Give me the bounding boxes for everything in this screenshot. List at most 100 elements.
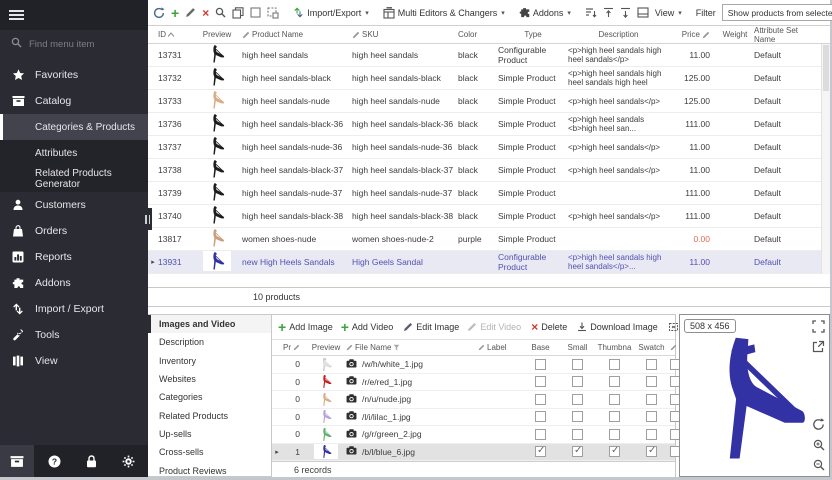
product-name-cell[interactable]: high heel sandals-black-38 xyxy=(242,211,352,221)
image-file-name-cell[interactable]: /n/u/nude.jpg xyxy=(346,394,478,405)
delete-image-button[interactable]: ×Delete xyxy=(527,317,571,337)
swatch-checkbox[interactable] xyxy=(646,446,657,457)
column-header-file-name[interactable]: File Name xyxy=(346,343,478,352)
image-row[interactable]: 0/w/h/white_1.jpg xyxy=(272,356,675,374)
refresh-button[interactable] xyxy=(153,5,165,21)
rotate-image-icon[interactable] xyxy=(811,417,826,432)
image-position-cell[interactable]: 1 xyxy=(282,447,306,457)
image-row[interactable]: 0/n/u/nude.jpg xyxy=(272,391,675,409)
product-row[interactable]: 13739high heel sandals-nude-37high heel … xyxy=(148,182,830,205)
product-row[interactable]: 13817women shoes-nudewomen shoes-nude-2p… xyxy=(148,228,830,251)
image-position-cell[interactable]: 0 xyxy=(282,412,306,422)
expand-rows-icon[interactable] xyxy=(603,5,614,21)
sidebar-item-categories-products[interactable]: Categories & Products xyxy=(0,114,148,140)
column-header-description[interactable]: Description xyxy=(568,30,672,39)
image-position-cell[interactable]: 0 xyxy=(282,394,306,404)
swatch-checkbox[interactable] xyxy=(646,411,657,422)
view-menu[interactable]: View▾ xyxy=(655,4,682,22)
swatch-checkbox[interactable] xyxy=(646,394,657,405)
column-header-price[interactable]: Price xyxy=(672,30,716,39)
product-price-cell[interactable]: 0.00 xyxy=(672,234,716,244)
product-row[interactable]: 13737high heel sandals-nude-36high heel … xyxy=(148,136,830,159)
product-sku-cell[interactable]: High Geels Sandal xyxy=(352,257,458,267)
collapse-rows-icon[interactable] xyxy=(620,5,631,21)
column-header-position[interactable]: Pr xyxy=(282,343,306,352)
tab-up-sells[interactable]: Up-sells xyxy=(148,425,271,443)
menu-search-input[interactable]: Find menu item xyxy=(0,30,148,58)
product-price-cell[interactable]: 11.00 xyxy=(672,142,716,152)
addons-menu[interactable]: Addons▾ xyxy=(519,4,571,22)
base-checkbox[interactable] xyxy=(535,359,546,370)
product-price-cell[interactable]: 125.00 xyxy=(672,96,716,106)
column-header-thumbnail[interactable]: Thumbna xyxy=(596,343,633,352)
product-row[interactable]: 13733high heel sandals-nudehigh heel san… xyxy=(148,90,830,113)
edit-product-button[interactable] xyxy=(185,5,196,21)
product-row[interactable]: 13738high heel sandals-black-37high heel… xyxy=(148,159,830,182)
small-checkbox[interactable] xyxy=(572,376,583,387)
swatch-checkbox[interactable] xyxy=(646,376,657,387)
product-sku-cell[interactable]: women shoes-nude-2 xyxy=(352,234,458,244)
small-checkbox[interactable] xyxy=(572,429,583,440)
edit-video-button[interactable]: Edit Video xyxy=(463,317,525,337)
tab-cross-sells[interactable]: Cross-sells xyxy=(148,443,271,461)
product-row[interactable]: 13740high heel sandals-black-38high heel… xyxy=(148,205,830,228)
image-file-name-cell[interactable]: /b/l/blue_6.jpg xyxy=(346,446,478,457)
column-header-sku[interactable]: SKU xyxy=(352,30,458,39)
product-sku-cell[interactable]: high heel sandals-black xyxy=(352,73,458,83)
image-position-cell[interactable]: 0 xyxy=(282,377,306,387)
sidebar-item-tools[interactable]: Tools xyxy=(0,322,148,348)
sidebar-item-customers[interactable]: Customers xyxy=(0,192,148,218)
base-checkbox[interactable] xyxy=(535,429,546,440)
product-sku-cell[interactable]: high heel sandals-black-36 xyxy=(352,119,458,129)
tab-inventory[interactable]: Inventory xyxy=(148,352,271,370)
column-header-small[interactable]: Small xyxy=(559,343,596,352)
sidebar-item-reports[interactable]: Reports xyxy=(0,244,148,270)
find-button[interactable] xyxy=(215,5,226,21)
tab-description[interactable]: Description xyxy=(148,333,271,351)
product-row[interactable]: 13731high heel sandalshigh heel sandalsb… xyxy=(148,44,830,67)
image-row[interactable]: 0/g/r/green_2.jpg xyxy=(272,426,675,444)
product-name-cell[interactable]: high heel sandals-nude-36 xyxy=(242,142,352,152)
image-position-cell[interactable]: 0 xyxy=(282,429,306,439)
column-header-product-name[interactable]: Product Name xyxy=(242,30,352,39)
sidebar-splitter-handle[interactable] xyxy=(143,208,152,230)
edit-image-button[interactable]: Edit Image xyxy=(399,317,463,337)
small-checkbox[interactable] xyxy=(572,359,583,370)
thumbnail-checkbox[interactable] xyxy=(609,446,620,457)
sort-icon[interactable] xyxy=(585,5,597,21)
product-sku-cell[interactable]: high heel sandals xyxy=(352,50,458,60)
column-header-weight[interactable]: Weight xyxy=(716,30,754,39)
product-name-cell[interactable]: new High Heels Sandals xyxy=(242,257,352,267)
category-filter-select[interactable]: Show products from selected categories▾ xyxy=(722,4,832,21)
sidebar-item-related-products-generator[interactable]: Related Products Generator xyxy=(0,166,148,192)
product-price-cell[interactable]: 111.00 xyxy=(672,119,716,129)
sidebar-item-view[interactable]: View xyxy=(0,348,148,374)
select-button[interactable] xyxy=(250,5,261,21)
thumbnail-checkbox[interactable] xyxy=(609,394,620,405)
column-header-base[interactable]: Base xyxy=(522,343,559,352)
product-name-cell[interactable]: high heel sandals-black xyxy=(242,73,352,83)
product-row[interactable]: 13732high heel sandals-blackhigh heel sa… xyxy=(148,67,830,90)
download-image-button[interactable]: Download Image xyxy=(573,317,662,337)
base-checkbox[interactable] xyxy=(535,411,546,422)
help-icon[interactable]: ? xyxy=(37,445,71,477)
image-file-name-cell[interactable]: /l/i/lilac_1.jpg xyxy=(346,411,478,422)
paste-special-button[interactable] xyxy=(267,5,279,21)
product-sku-cell[interactable]: high heel sandals-nude-37 xyxy=(352,188,458,198)
column-header-color[interactable]: Color xyxy=(458,30,498,39)
product-price-cell[interactable]: 111.00 xyxy=(672,188,716,198)
product-name-cell[interactable]: high heel sandals-black-36 xyxy=(242,119,352,129)
small-checkbox[interactable] xyxy=(572,394,583,405)
image-row[interactable]: 0/l/i/lilac_1.jpg xyxy=(272,409,675,427)
sidebar-item-favorites[interactable]: Favorites xyxy=(0,62,148,88)
sidebar-item-import-export[interactable]: Import / Export xyxy=(0,296,148,322)
product-price-cell[interactable]: 125.00 xyxy=(672,73,716,83)
product-row[interactable]: ▸13931new High Heels SandalsHigh Geels S… xyxy=(148,251,830,274)
base-checkbox[interactable] xyxy=(535,394,546,405)
product-price-cell[interactable]: 11.00 xyxy=(672,165,716,175)
zoom-in-icon[interactable] xyxy=(811,437,826,452)
small-checkbox[interactable] xyxy=(572,446,583,457)
swatch-checkbox[interactable] xyxy=(646,359,657,370)
product-row[interactable]: 13736high heel sandals-black-36high heel… xyxy=(148,113,830,136)
product-sku-cell[interactable]: high heel sandals-nude xyxy=(352,96,458,106)
